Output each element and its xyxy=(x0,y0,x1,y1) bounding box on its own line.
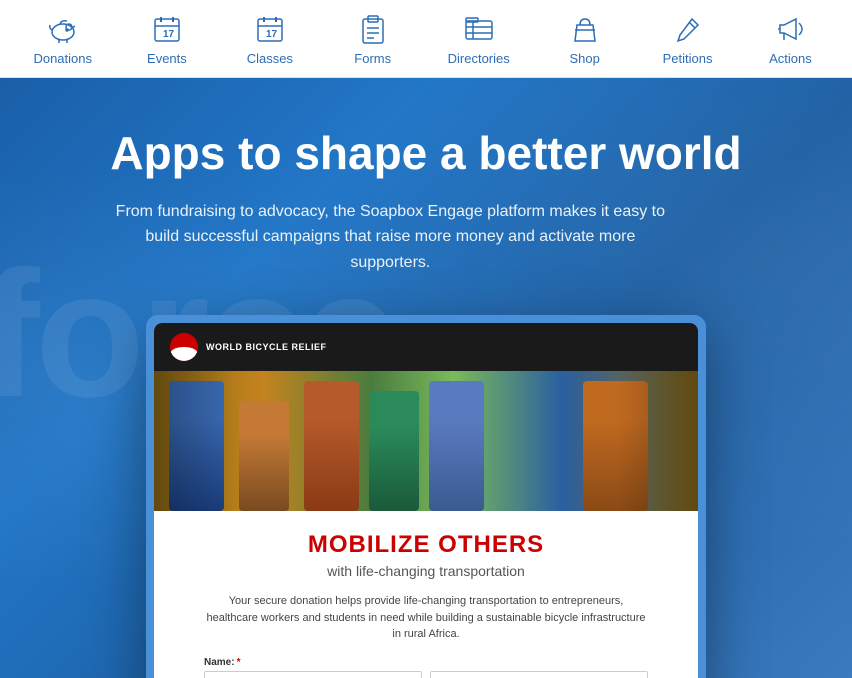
nav-label-petitions: Petitions xyxy=(663,51,713,66)
directories-icon xyxy=(461,11,497,47)
calendar-classes-icon: 17 xyxy=(252,11,288,47)
megaphone-icon xyxy=(772,11,808,47)
nav-label-forms: Forms xyxy=(354,51,391,66)
clipboard-icon xyxy=(355,11,391,47)
nav-item-classes[interactable]: 17 Classes xyxy=(230,3,310,74)
card-header-bar: WORLD BICYCLE RELIEF xyxy=(154,323,698,371)
nav-label-events: Events xyxy=(147,51,187,66)
required-marker: * xyxy=(237,657,241,668)
card-subtitle-text: with life-changing transportation xyxy=(184,563,668,579)
piggy-bank-icon xyxy=(45,11,81,47)
nav-label-classes: Classes xyxy=(247,51,293,66)
mobilize-title: MOBILIZE OTHERS xyxy=(184,531,668,559)
shop-bag-icon xyxy=(567,11,603,47)
hero-section: force Apps to shape a better world From … xyxy=(0,78,852,678)
card-logo: WORLD BICYCLE RELIEF xyxy=(170,333,327,361)
nav-item-directories[interactable]: Directories xyxy=(436,3,522,74)
hero-content: Apps to shape a better world From fundra… xyxy=(90,78,761,305)
org-name: WORLD BICYCLE RELIEF xyxy=(206,342,327,352)
calendar-events-icon: 17 xyxy=(149,11,185,47)
nav-item-shop[interactable]: Shop xyxy=(545,3,625,74)
svg-text:17: 17 xyxy=(163,29,175,40)
card-outer: WORLD BICYCLE RELIEF MOBILIZE OTHERS xyxy=(146,315,706,678)
nav-item-events[interactable]: 17 Events xyxy=(127,3,207,74)
hero-title: Apps to shape a better world xyxy=(110,128,741,179)
nav-item-actions[interactable]: Actions xyxy=(750,3,830,74)
card-preview: WORLD BICYCLE RELIEF MOBILIZE OTHERS xyxy=(146,315,706,678)
last-name-input[interactable] xyxy=(430,671,648,678)
card-form-row: Name:* First Last xyxy=(184,657,668,678)
nav-label-donations: Donations xyxy=(33,51,92,66)
card-description: Your secure donation helps provide life-… xyxy=(206,593,646,643)
card-photo-strip xyxy=(154,371,698,511)
nav-item-forms[interactable]: Forms xyxy=(333,3,413,74)
form-name-label: Name:* xyxy=(204,657,648,668)
nav-label-directories: Directories xyxy=(448,51,510,66)
wbr-logo-icon xyxy=(170,333,198,361)
svg-text:17: 17 xyxy=(266,29,278,40)
first-name-input[interactable] xyxy=(204,671,422,678)
card-body: MOBILIZE OTHERS with life-changing trans… xyxy=(154,511,698,678)
nav-label-actions: Actions xyxy=(769,51,812,66)
nav-item-donations[interactable]: Donations xyxy=(21,3,104,74)
hero-subtitle: From fundraising to advocacy, the Soapbo… xyxy=(110,199,670,276)
nav-item-petitions[interactable]: Petitions xyxy=(648,3,728,74)
card-inner: WORLD BICYCLE RELIEF MOBILIZE OTHERS xyxy=(154,323,698,678)
photo-overlay xyxy=(154,371,698,511)
pencil-icon xyxy=(670,11,706,47)
nav-bar: Donations 17 Events xyxy=(0,0,852,78)
nav-label-shop: Shop xyxy=(569,51,599,66)
form-group-name: Name:* First Last xyxy=(204,657,648,678)
